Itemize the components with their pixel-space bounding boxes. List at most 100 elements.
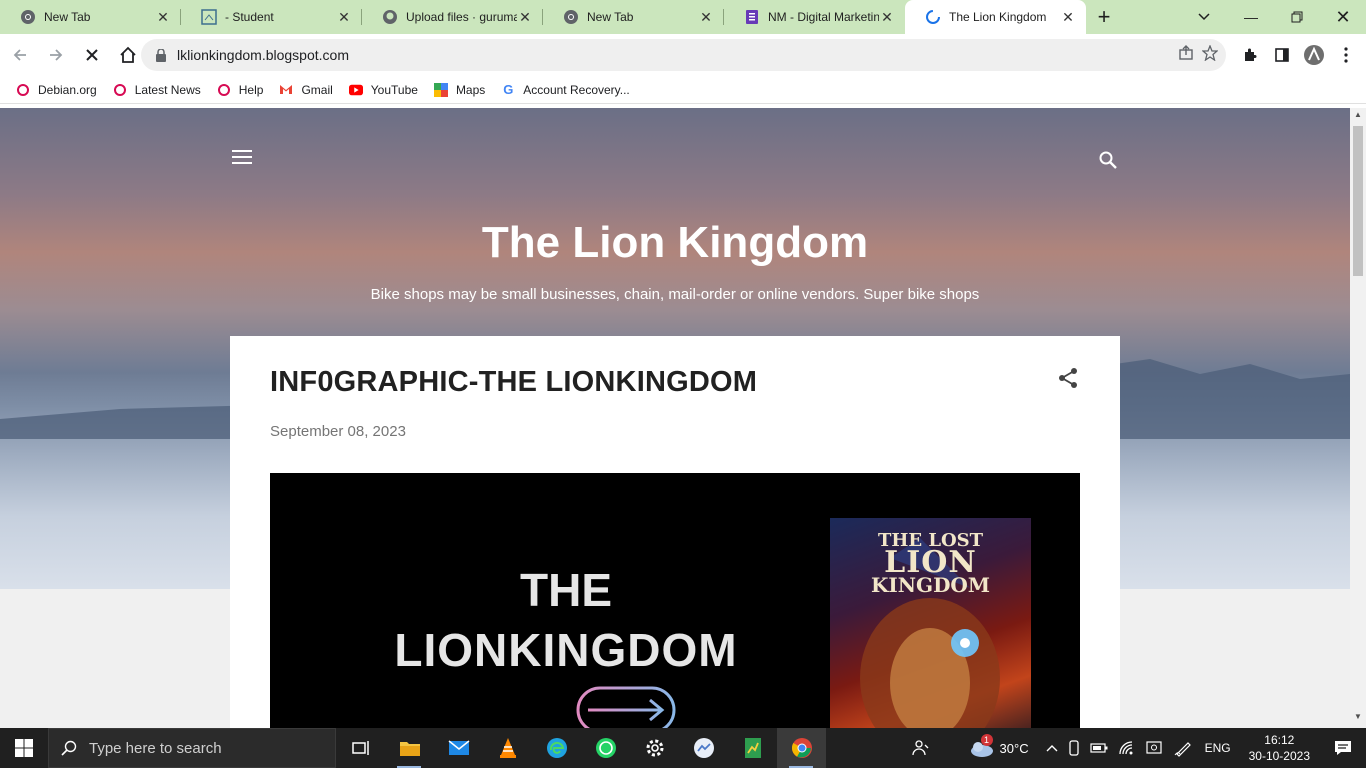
menu-kebab-icon[interactable] — [1332, 41, 1360, 69]
battery-icon[interactable] — [1085, 728, 1113, 768]
scroll-down-arrow-icon[interactable]: ▼ — [1350, 712, 1366, 726]
taskbar-chrome[interactable] — [777, 728, 826, 768]
usb-device-icon[interactable] — [1063, 728, 1085, 768]
notification-icon[interactable] — [1320, 728, 1366, 768]
close-window-button[interactable]: ✕ — [1320, 0, 1366, 34]
debian-icon — [113, 83, 127, 97]
taskbar-settings[interactable] — [630, 728, 679, 768]
bookmark-maps[interactable]: Maps — [426, 78, 493, 102]
image-text-the: THE — [520, 564, 612, 616]
minimize-button[interactable]: — — [1228, 0, 1274, 34]
post-date[interactable]: September 08, 2023 — [270, 423, 406, 440]
share-icon[interactable] — [1056, 366, 1080, 390]
task-view-icon — [351, 741, 369, 755]
chevron-up-icon[interactable] — [1041, 728, 1063, 768]
back-arrow-icon — [13, 49, 26, 61]
back-button[interactable] — [4, 39, 36, 71]
gear-icon — [646, 739, 663, 757]
share-page-icon[interactable] — [1178, 44, 1194, 66]
scroll-up-arrow-icon[interactable]: ▲ — [1350, 110, 1366, 124]
extensions-icon[interactable] — [1236, 41, 1264, 69]
tab-new-tab-2[interactable]: New Tab ✕ — [543, 0, 724, 34]
bookmark-latest-news[interactable]: Latest News — [105, 78, 209, 102]
tab-search-button[interactable] — [1186, 0, 1222, 34]
taskbar-feedback[interactable] — [679, 728, 728, 768]
maps-icon — [433, 82, 448, 97]
people-icon[interactable] — [907, 728, 935, 768]
infographic-image[interactable]: THE LIONKINGDOM THE LOST LION KINGDOM — [270, 473, 1080, 728]
display-icon[interactable] — [1141, 728, 1169, 768]
tab-the-lion-kingdom[interactable]: The Lion Kingdom ✕ — [905, 0, 1086, 34]
github-icon — [382, 9, 398, 25]
bookmark-star-icon[interactable] — [1201, 43, 1219, 66]
cloud-icon: 1 — [968, 734, 994, 757]
debian-icon — [16, 83, 30, 97]
bookmark-help[interactable]: Help — [209, 78, 272, 102]
bookmark-label: Maps — [455, 82, 486, 97]
bookmark-label: Help — [238, 82, 264, 97]
tab-title: - Student — [225, 10, 274, 24]
youtube-icon — [348, 83, 363, 97]
chrome-icon — [563, 9, 579, 25]
debian-icon — [217, 83, 231, 97]
system-tray: 1 30°C ENG 16:12 30-10-2023 — [907, 728, 1366, 768]
tab-nm-digital-marketing[interactable]: NM - Digital Marketin ✕ — [724, 0, 905, 34]
scrollbar-thumb[interactable] — [1353, 126, 1363, 276]
profile-avatar[interactable] — [1300, 41, 1328, 69]
stop-loading-button[interactable] — [76, 39, 108, 71]
bookmark-youtube[interactable]: YouTube — [341, 78, 426, 102]
folder-icon — [399, 742, 420, 756]
close-icon[interactable]: ✕ — [336, 9, 352, 25]
tab-student[interactable]: - Student ✕ — [181, 0, 362, 34]
taskbar-vlc[interactable] — [483, 728, 532, 768]
tab-title: New Tab — [587, 10, 634, 24]
taskbar-edge[interactable] — [532, 728, 581, 768]
wifi-icon[interactable] — [1113, 728, 1141, 768]
bookmark-gmail[interactable]: Gmail — [271, 78, 340, 102]
page-scrollbar[interactable]: ▲ ▼ — [1350, 108, 1366, 728]
arrow-right-icon — [576, 686, 676, 728]
start-button[interactable] — [0, 728, 48, 768]
taskbar-file-explorer[interactable] — [385, 728, 434, 768]
restore-button[interactable] — [1274, 0, 1320, 34]
gmail-icon — [279, 83, 293, 97]
new-tab-button[interactable]: + — [1086, 0, 1122, 34]
close-icon[interactable]: ✕ — [155, 9, 171, 25]
forward-button[interactable] — [40, 39, 72, 71]
taskbar-mail[interactable] — [434, 728, 483, 768]
forms-icon — [744, 9, 760, 25]
chrome-icon — [20, 9, 36, 25]
task-view-button[interactable] — [336, 728, 385, 768]
weather-widget[interactable]: 1 30°C — [963, 728, 1041, 768]
taskbar-spreadsheet[interactable] — [728, 728, 777, 768]
bookmark-debian[interactable]: Debian.org — [8, 78, 105, 102]
taskbar-whatsapp[interactable] — [581, 728, 630, 768]
tab-strip: New Tab ✕ - Student ✕ Upload files · gur… — [0, 0, 1366, 34]
chrome-icon — [791, 738, 812, 758]
search-icon[interactable] — [1098, 150, 1118, 170]
bookmark-account-recovery[interactable]: G Account Recovery... — [493, 78, 638, 102]
side-panel-icon[interactable] — [1268, 41, 1296, 69]
tab-new-tab-1[interactable]: New Tab ✕ — [0, 0, 181, 34]
close-icon[interactable]: ✕ — [517, 9, 533, 25]
home-button[interactable] — [112, 39, 144, 71]
close-icon[interactable]: ✕ — [698, 9, 714, 25]
pen-icon[interactable] — [1169, 728, 1197, 768]
weather-temp: 30°C — [999, 740, 1029, 756]
lock-icon[interactable] — [153, 47, 169, 63]
close-icon[interactable]: ✕ — [1060, 9, 1076, 25]
language-indicator[interactable]: ENG — [1197, 728, 1239, 768]
clock[interactable]: 16:12 30-10-2023 — [1239, 732, 1320, 764]
menu-hamburger-icon[interactable] — [232, 150, 252, 164]
chevron-down-icon — [1198, 13, 1210, 21]
post-card: INF0GRAPHIC-THE LIONKINGDOM September 08… — [230, 336, 1120, 728]
address-bar[interactable]: lklionkingdom.blogspot.com — [141, 39, 1226, 71]
blog-title[interactable]: The Lion Kingdom — [0, 218, 1350, 268]
taskbar-search-box[interactable]: Type here to search — [48, 728, 336, 768]
post-title[interactable]: INF0GRAPHIC-THE LIONKINGDOM — [270, 366, 757, 399]
poster-title: THE LOST LION KINGDOM — [830, 530, 1031, 596]
tab-upload-files[interactable]: Upload files · guruma ✕ — [362, 0, 543, 34]
close-icon[interactable]: ✕ — [879, 9, 895, 25]
toolbar-actions — [1236, 39, 1360, 71]
url-text[interactable]: lklionkingdom.blogspot.com — [177, 47, 349, 63]
